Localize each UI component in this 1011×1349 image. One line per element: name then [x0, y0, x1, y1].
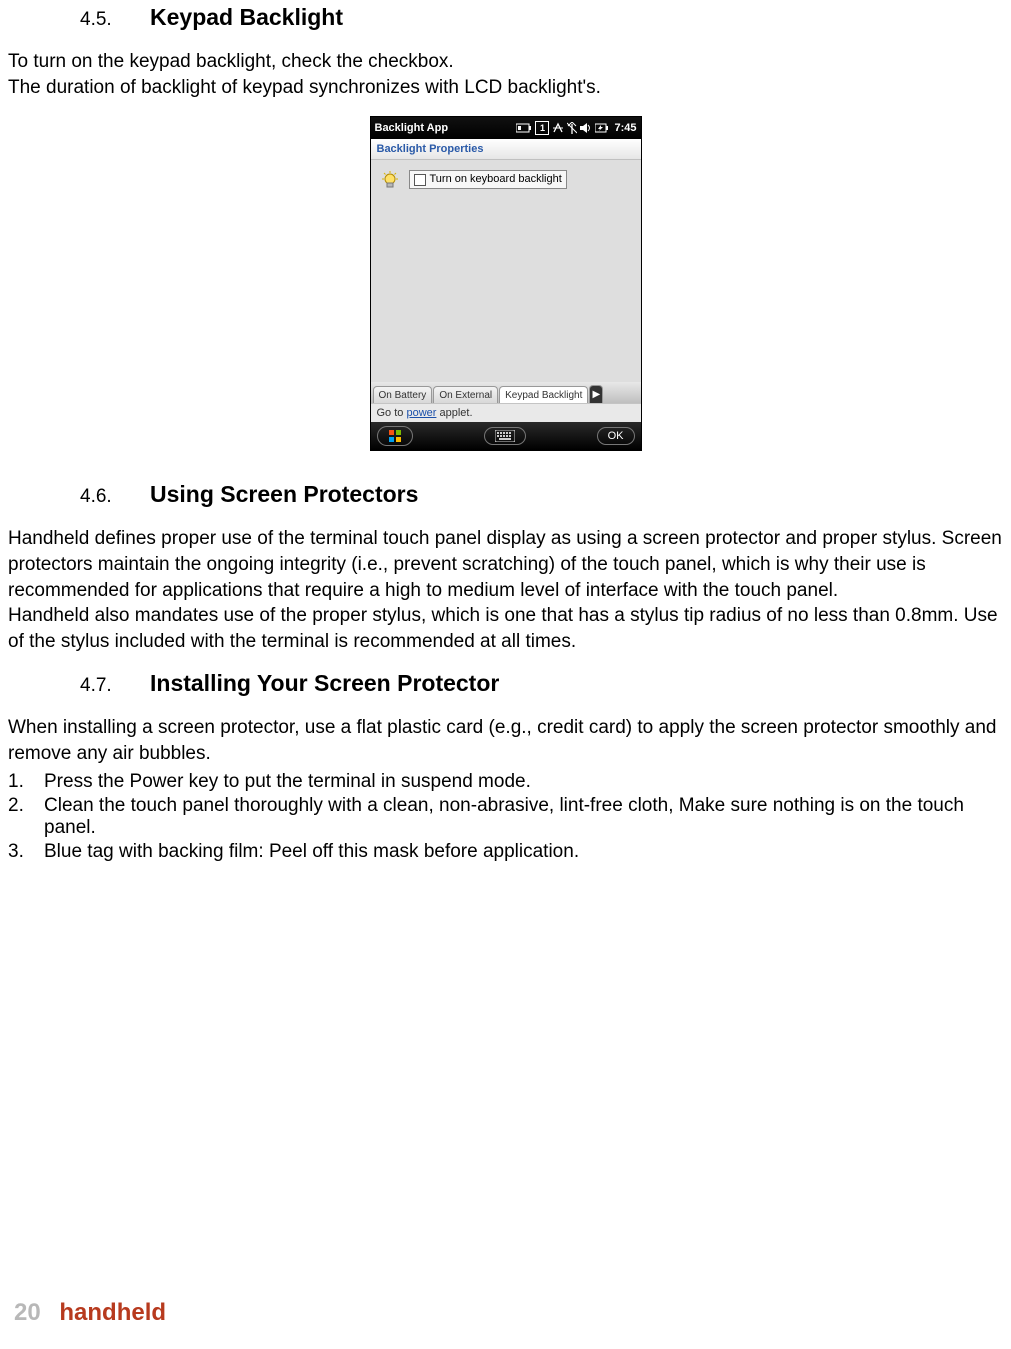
ok-button[interactable]: OK: [597, 427, 635, 445]
linkbar-prefix: Go to: [377, 407, 407, 419]
linkbar-suffix: applet.: [436, 407, 472, 419]
windows-icon: [388, 429, 402, 443]
antenna-icon: [567, 122, 577, 134]
charge-icon: [595, 123, 609, 133]
lightbulb-icon: [379, 170, 401, 192]
install-steps-list: 1.Press the Power key to put the termina…: [8, 771, 1003, 863]
keyboard-backlight-checkbox-row[interactable]: Turn on keyboard backlight: [409, 170, 567, 189]
section-number: 4.5.: [80, 9, 150, 31]
page-number: 20: [14, 1299, 41, 1326]
page-footer: 20 handheld: [14, 1299, 166, 1327]
section-45-body: To turn on the keypad backlight, check t…: [8, 49, 1003, 100]
section-heading-4-5: 4.5. Keypad Backlight: [80, 4, 1003, 31]
tab-on-battery[interactable]: On Battery: [373, 386, 433, 403]
keyboard-backlight-checkbox[interactable]: [414, 174, 426, 186]
connectivity-icon: [552, 122, 564, 134]
list-item: 3.Blue tag with backing film: Peel off t…: [8, 841, 1003, 863]
device-subtitle: Backlight Properties: [371, 139, 641, 160]
device-app-title: Backlight App: [375, 122, 449, 134]
section-title: Installing Your Screen Protector: [150, 670, 499, 697]
tab-scroll-right[interactable]: ▶: [589, 385, 603, 403]
device-screenshot: Backlight App 1: [370, 116, 642, 451]
power-applet-link[interactable]: power: [406, 407, 436, 419]
keyboard-button[interactable]: [484, 427, 526, 445]
start-button[interactable]: [377, 426, 413, 446]
section-number: 4.7.: [80, 675, 150, 697]
section-heading-4-6: 4.6. Using Screen Protectors: [80, 481, 1003, 508]
device-titlebar: Backlight App 1: [371, 117, 641, 139]
section-47-intro: When installing a screen protector, use …: [8, 715, 1003, 766]
device-tabs: On Battery On External Keypad Backlight …: [371, 382, 641, 403]
tab-on-external[interactable]: On External: [433, 386, 498, 403]
section-46-body: Handheld defines proper use of the termi…: [8, 526, 1003, 654]
device-bottombar: OK: [371, 422, 641, 450]
section-heading-4-7: 4.7. Installing Your Screen Protector: [80, 670, 1003, 697]
device-linkbar: Go to power applet.: [371, 403, 641, 422]
device-clock: 7:45: [614, 122, 636, 134]
device-body: Turn on keyboard backlight: [371, 160, 641, 382]
tab-keypad-backlight[interactable]: Keypad Backlight: [499, 386, 588, 403]
list-item: 1.Press the Power key to put the termina…: [8, 771, 1003, 793]
signal-number-icon: 1: [535, 121, 549, 135]
keyboard-icon: [495, 430, 515, 442]
keyboard-backlight-label: Turn on keyboard backlight: [430, 173, 562, 186]
brand-name: handheld: [59, 1299, 166, 1326]
section-number: 4.6.: [80, 486, 150, 508]
section-title: Keypad Backlight: [150, 4, 343, 31]
list-item: 2.Clean the touch panel thoroughly with …: [8, 795, 1003, 839]
section-title: Using Screen Protectors: [150, 481, 418, 508]
volume-icon: [580, 122, 592, 134]
battery-icon: [516, 123, 532, 133]
